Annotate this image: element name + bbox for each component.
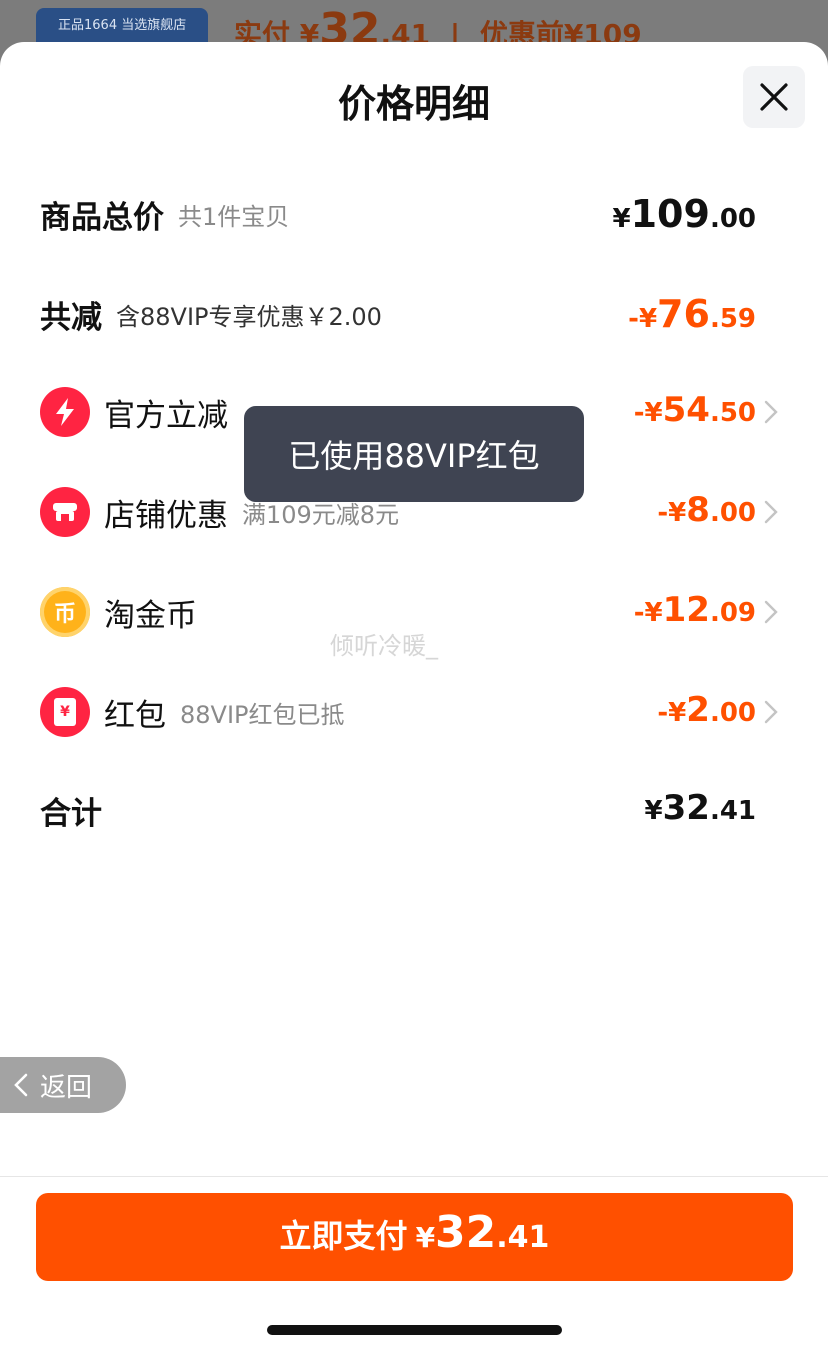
amount-dec: .59: [709, 304, 756, 334]
coin-glyph: 币: [53, 602, 76, 627]
item-total-label: 商品总价: [40, 199, 164, 236]
amount-dec: .41: [709, 796, 756, 826]
row-red-packet[interactable]: ¥ 红包 88VIP红包已抵 -¥ 2.00: [0, 682, 828, 742]
chevron-right-icon: [764, 400, 778, 424]
pay-now-button[interactable]: 立即支付 ¥32.41: [36, 1193, 793, 1281]
official-discount-label: 官方立减: [104, 397, 228, 434]
chevron-right-icon: [764, 600, 778, 624]
amount-int: 2: [686, 690, 710, 730]
close-icon: [760, 83, 788, 111]
red-packet-icon: ¥: [40, 687, 90, 737]
currency-symbol: ¥: [644, 796, 663, 826]
store-icon: [40, 487, 90, 537]
taojinbi-label: 淘金币: [104, 597, 197, 634]
amount-dec: .00: [709, 498, 756, 528]
chevron-right-icon: [764, 500, 778, 524]
taojinbi-amount: -¥ 12.09: [634, 582, 756, 642]
footer-divider: [0, 1176, 828, 1177]
row-item-total: 商品总价 共1件宝贝 ¥109.00: [0, 184, 828, 244]
amount-dec: .00: [709, 204, 756, 234]
amount-int: 8: [686, 490, 710, 530]
close-button[interactable]: [743, 66, 805, 128]
pay-currency-symbol: ¥: [415, 1221, 436, 1254]
sheet-title: 价格明细: [337, 82, 490, 126]
store-discount-amount: -¥ 8.00: [657, 482, 756, 542]
row-total-discount: 共减 含88VIP专享优惠￥2.00 -¥ 76.59: [0, 284, 828, 344]
amount-int: 12: [662, 590, 710, 630]
sum-label: 合计: [40, 795, 102, 832]
chevron-left-icon: [14, 1073, 28, 1097]
amount-int: 76: [657, 292, 710, 336]
item-total-amount: ¥109.00: [613, 184, 756, 244]
amount-dec: .00: [709, 698, 756, 728]
pay-amount-int: 32: [435, 1207, 497, 1258]
amount-int: 32: [662, 788, 710, 828]
amount-dec: .50: [709, 398, 756, 428]
pay-label: 立即支付: [279, 1217, 408, 1255]
total-discount-amount: -¥ 76.59: [628, 284, 756, 344]
currency-symbol: -¥: [633, 598, 663, 628]
currency-symbol: -¥: [657, 498, 687, 528]
back-button[interactable]: 返回: [0, 1057, 126, 1113]
total-discount-label: 共减: [40, 299, 102, 336]
amount-int: 54: [662, 390, 710, 430]
store-discount-label: 店铺优惠: [104, 497, 228, 534]
back-label: 返回: [40, 1072, 93, 1103]
item-count: 共1件宝贝: [178, 202, 290, 231]
red-packet-amount: -¥ 2.00: [657, 682, 756, 742]
currency-symbol: -¥: [633, 398, 663, 428]
row-sum: 合计 ¥32.41: [0, 780, 828, 840]
watermark: 倾听冷暖_: [330, 632, 438, 660]
amount-int: 109: [630, 192, 710, 236]
red-packet-glyph: ¥: [54, 698, 76, 726]
red-packet-label: 红包: [104, 697, 166, 734]
currency-symbol: ¥: [612, 204, 631, 234]
pay-amount-dec: .41: [496, 1220, 550, 1255]
vip-discount-note: 含88VIP专享优惠￥2.00: [116, 302, 382, 331]
red-packet-note: 88VIP红包已抵: [180, 700, 345, 729]
vip-redpacket-toast: 已使用88VIP红包: [244, 406, 584, 502]
official-discount-amount: -¥ 54.50: [634, 382, 756, 442]
chevron-right-icon: [764, 700, 778, 724]
lightning-icon: [40, 387, 90, 437]
currency-symbol: -¥: [657, 698, 687, 728]
sum-amount: ¥32.41: [645, 780, 756, 840]
currency-symbol: -¥: [628, 304, 658, 334]
home-indicator[interactable]: [267, 1325, 562, 1335]
coin-icon: 币: [40, 587, 90, 637]
amount-dec: .09: [709, 598, 756, 628]
